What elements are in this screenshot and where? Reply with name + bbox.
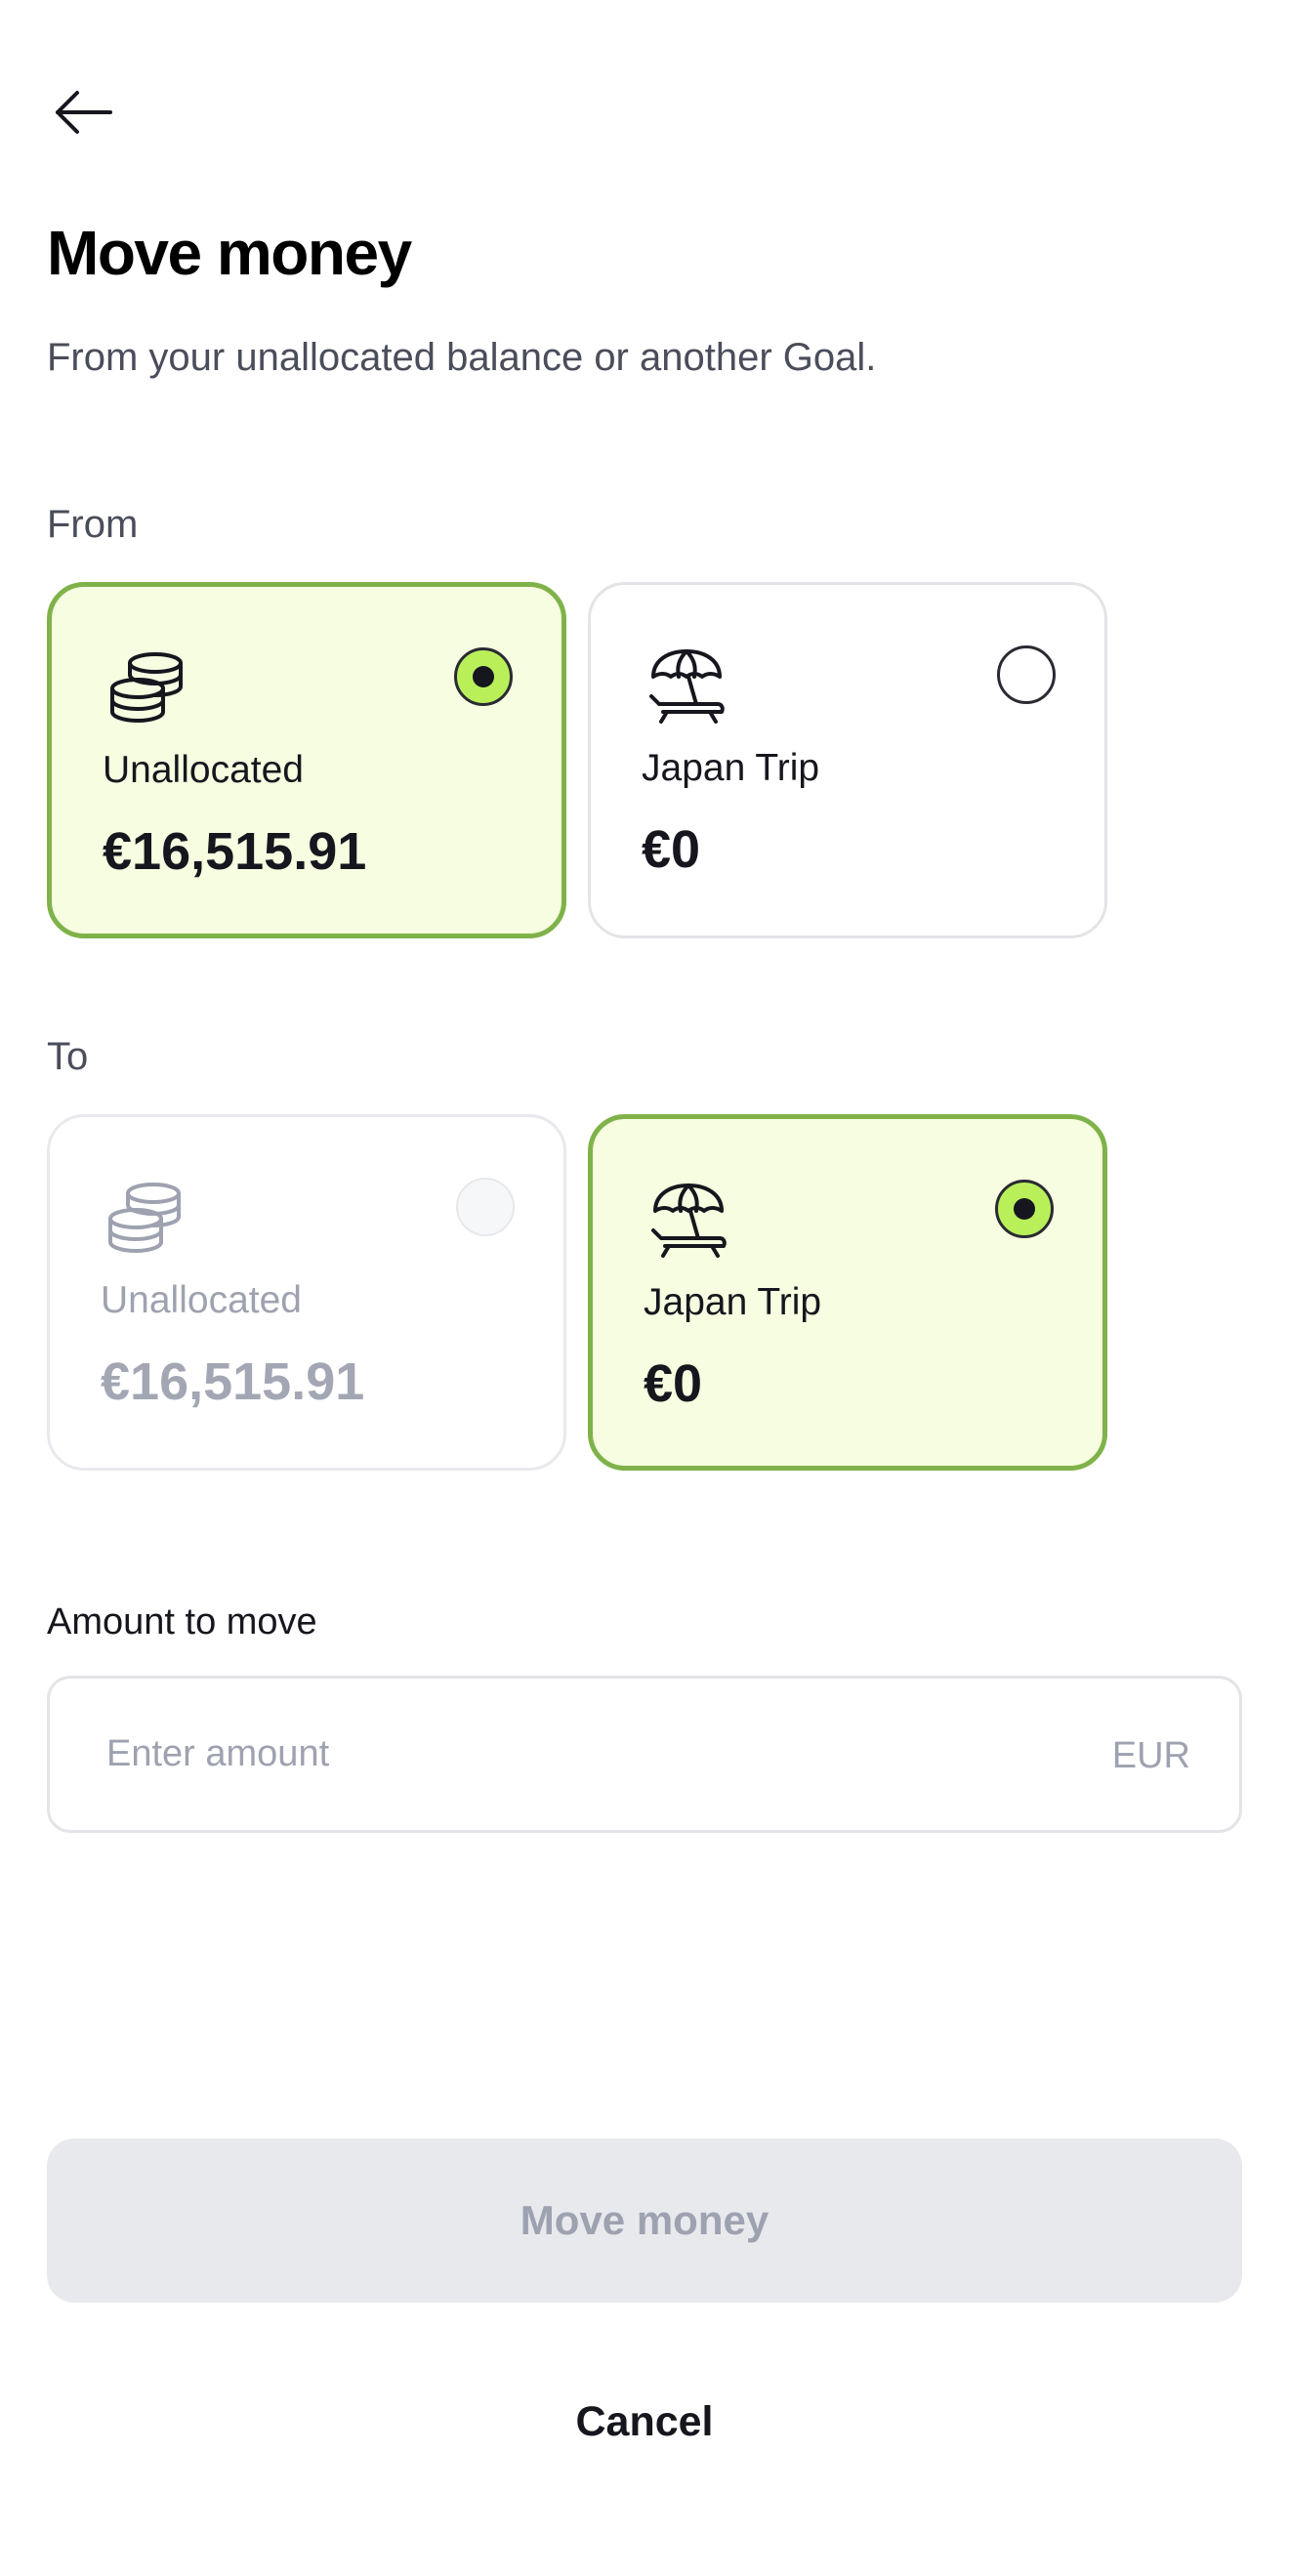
option-amount: €0 [642,820,701,879]
back-button[interactable] [54,78,132,146]
from-section-label: From [47,503,139,546]
from-option-japan-trip[interactable]: Japan Trip €0 [588,582,1107,938]
option-label: Japan Trip [642,747,820,789]
coins-stack-icon [104,1176,187,1258]
to-section-label: To [47,1035,89,1078]
arrow-left-icon [56,91,112,134]
option-label: Japan Trip [644,1281,822,1323]
amount-field-label: Amount to move [47,1601,317,1642]
from-option-unallocated[interactable]: Unallocated €16,515.91 [47,582,566,938]
cancel-button[interactable]: Cancel [449,2383,840,2461]
amount-input[interactable] [106,1679,985,1830]
to-option-japan-trip[interactable]: Japan Trip €0 [588,1114,1107,1471]
option-label: Unallocated [103,749,304,791]
coins-stack-icon [106,645,188,727]
move-money-button[interactable]: Move money [47,2139,1242,2303]
to-unallocated-radio [456,1178,515,1236]
option-amount: €16,515.91 [103,822,367,881]
to-option-unallocated: Unallocated €16,515.91 [47,1114,566,1471]
page-title: Move money [47,218,412,288]
to-japan-trip-radio[interactable] [995,1180,1054,1238]
option-label: Unallocated [101,1279,302,1321]
amount-field[interactable]: EUR [47,1676,1242,1833]
from-japan-trip-radio[interactable] [997,645,1056,704]
beach-umbrella-icon [645,644,728,726]
from-unallocated-radio[interactable] [454,647,513,706]
option-amount: €0 [644,1354,703,1413]
currency-label: EUR [1111,1735,1190,1776]
option-amount: €16,515.91 [101,1352,365,1411]
beach-umbrella-icon [647,1178,729,1260]
page-subtitle: From your unallocated balance or another… [47,336,877,379]
